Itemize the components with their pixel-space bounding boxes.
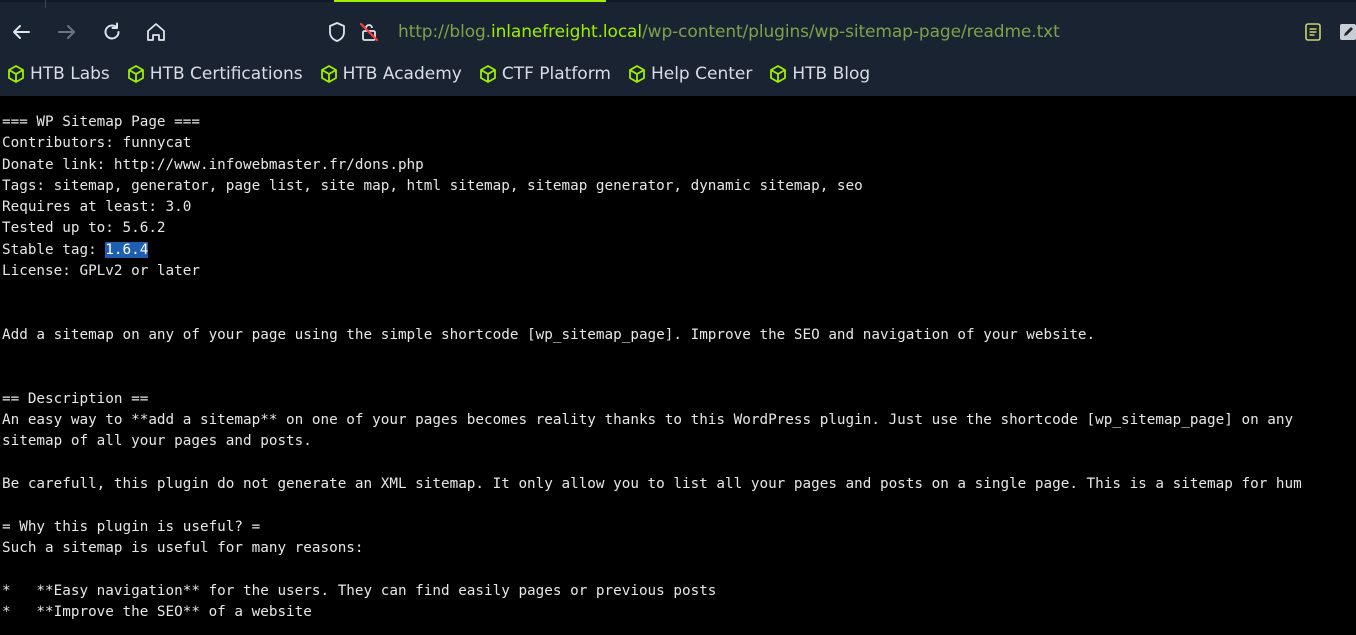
active-tab-indicator[interactable] [334, 0, 606, 2]
cube-icon [770, 65, 787, 83]
arrow-right-icon [58, 25, 75, 39]
bookmark-label: Help Center [650, 64, 753, 84]
stable-tag-label: Stable tag: [2, 241, 106, 258]
nav-toolbar: http://blog.inlanefreight.local/wp-conte… [0, 10, 1356, 54]
url-path: /wp-content/plugins/wp-sitemap-page/read… [642, 22, 1060, 42]
why-intro: Such a sitemap is useful for many reason… [2, 539, 364, 556]
bookmark-htb-certifications[interactable]: HTB Certifications [126, 64, 303, 84]
bookmark-label: HTB Blog [792, 64, 871, 84]
why-heading: = Why this plugin is useful? = [2, 518, 261, 535]
tab-separator [45, 0, 46, 8]
pencil-icon [1340, 24, 1356, 40]
readme-tested: Tested up to: 5.6.2 [2, 220, 166, 237]
readme-stable-tag: Stable tag: 1.6.4 [2, 240, 1356, 261]
cube-icon [320, 65, 337, 83]
bookmark-ctf-platform[interactable]: CTF Platform [478, 64, 611, 84]
tab-strip [0, 0, 1356, 8]
page-content: === WP Sitemap Page === Contributors: fun… [0, 96, 1356, 635]
bookmark-label: HTB Labs [30, 64, 110, 84]
readme-license: License: GPLv2 or later [2, 263, 200, 280]
bookmark-htb-labs[interactable]: HTB Labs [6, 64, 110, 84]
bookmark-htb-blog[interactable]: HTB Blog [768, 64, 870, 84]
insecure-lock-icon[interactable] [358, 21, 380, 43]
shield-icon [329, 22, 345, 42]
readme-summary: Add a sitemap on any of your page using … [2, 326, 1096, 343]
forward-button[interactable] [54, 19, 80, 45]
arrow-left-icon [13, 25, 30, 39]
reload-icon [104, 22, 120, 40]
readme-text: === WP Sitemap Page === Contributors: fun… [0, 96, 1356, 623]
home-icon [147, 23, 165, 41]
reload-button[interactable] [99, 19, 125, 45]
bullet-improve-seo: * **Improve the SEO** of a website [2, 603, 312, 620]
bookmark-label: CTF Platform [501, 64, 611, 84]
cube-icon [127, 65, 144, 83]
cube-icon [629, 65, 645, 83]
cube-icon [8, 65, 24, 83]
bullet-easy-navigation: * **Easy navigation** for the users. The… [2, 582, 717, 599]
bookmarks-toolbar: HTB Labs HTB Certifications HTB Academy … [6, 56, 886, 92]
description-line-2: sitemap of all your pages and posts. [2, 433, 312, 450]
cube-icon [479, 65, 496, 83]
back-button[interactable] [8, 19, 34, 45]
bookmark-help-center[interactable]: Help Center [627, 64, 752, 84]
description-heading: == Description == [2, 390, 149, 407]
address-bar[interactable]: http://blog.inlanefreight.local/wp-conte… [320, 16, 1280, 48]
url-prefix: http://blog. [398, 22, 491, 42]
careful-note: Be carefull, this plugin do not generate… [2, 476, 1302, 493]
browser-chrome: http://blog.inlanefreight.local/wp-conte… [0, 0, 1356, 96]
readme-title: === WP Sitemap Page === [2, 114, 200, 130]
readme-donate: Donate link: http://www.infowebmaster.fr… [2, 156, 424, 173]
readme-tags: Tags: sitemap, generator, page list, sit… [2, 177, 863, 194]
bookmark-htb-academy[interactable]: HTB Academy [319, 64, 462, 84]
url-host: inlanefreight.local [491, 22, 643, 42]
bookmark-label: HTB Certifications [149, 64, 303, 84]
extension-button[interactable] [1338, 22, 1356, 46]
home-button[interactable] [143, 19, 169, 45]
reader-view-icon [1305, 23, 1321, 41]
url-text[interactable]: http://blog.inlanefreight.local/wp-conte… [398, 22, 1060, 42]
readme-contributors: Contributors: funnycat [2, 135, 192, 152]
reader-view-button[interactable] [1303, 22, 1323, 46]
bookmark-label: HTB Academy [342, 64, 462, 84]
description-line-1: An easy way to **add a sitemap** on one … [2, 412, 1294, 429]
readme-requires: Requires at least: 3.0 [2, 199, 192, 216]
stable-tag-value-selected[interactable]: 1.6.4 [105, 241, 149, 258]
